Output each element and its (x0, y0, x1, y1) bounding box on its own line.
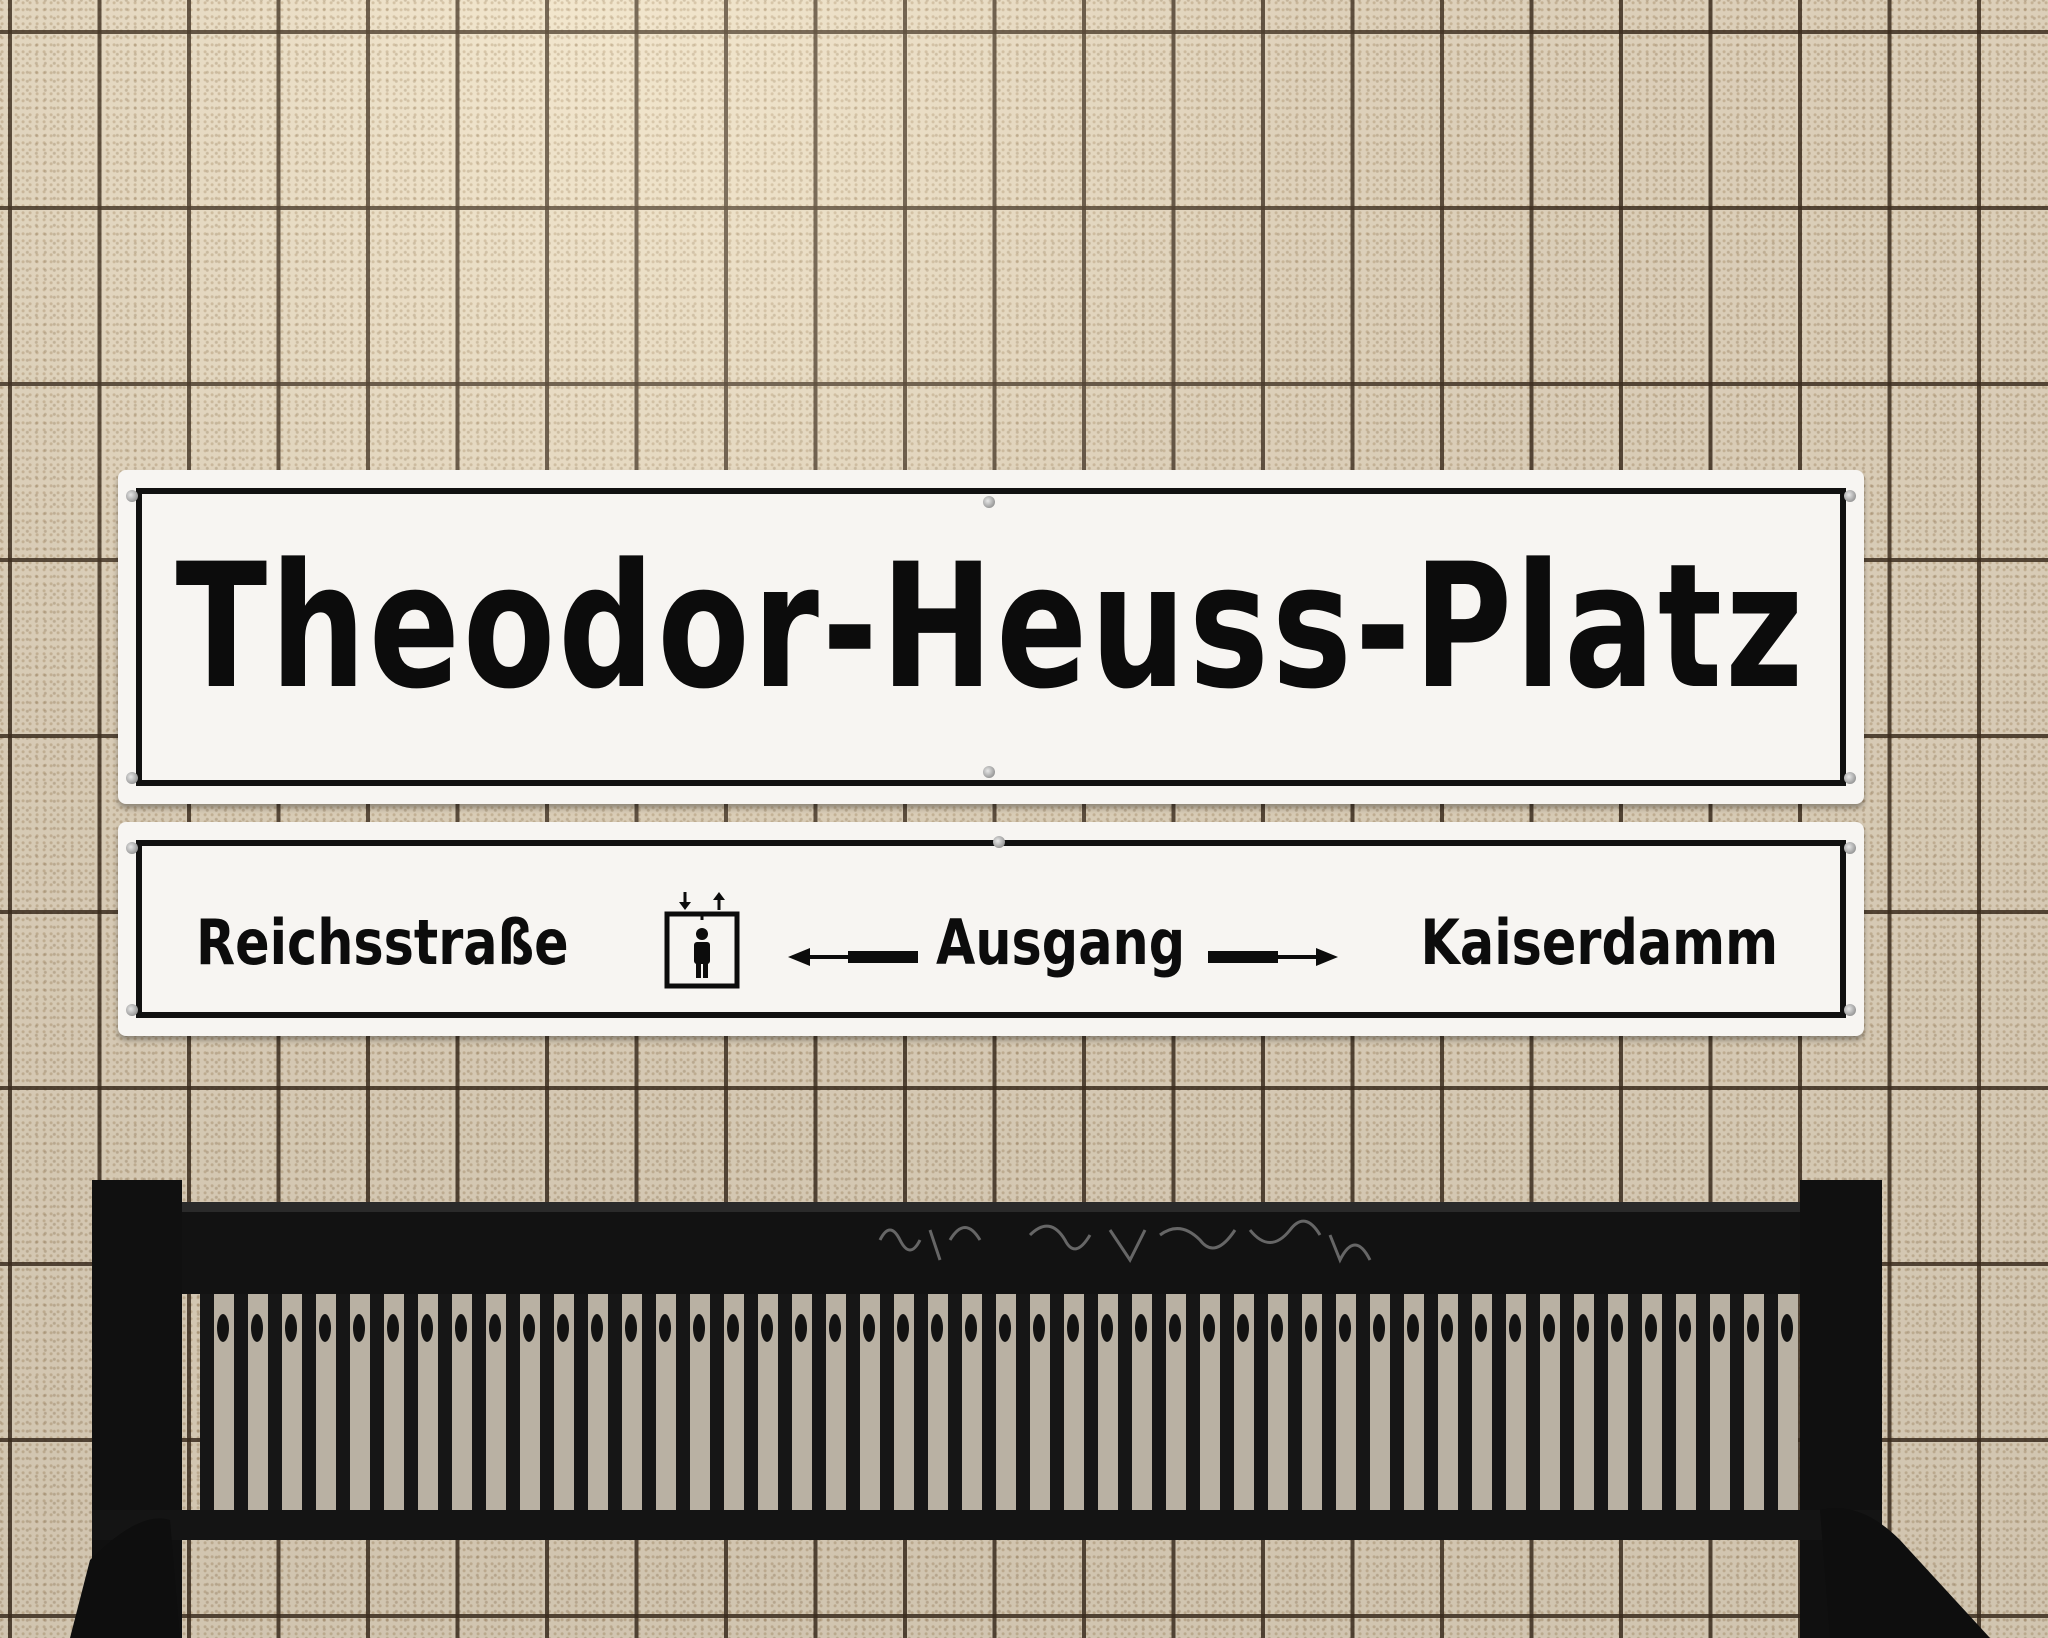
directions-row: Reichsstraße Ausgang Kaiserdamm (118, 862, 1864, 996)
screw (993, 836, 1005, 848)
station-name: Theodor-Heuss-Platz (175, 525, 1807, 727)
screw (126, 842, 138, 854)
direction-sign: Reichsstraße Ausgang Kaiserdamm (118, 822, 1864, 1036)
subway-platform-wall: Theodor-Heuss-Platz Reichsstraße Ausgang… (0, 0, 2048, 1638)
screw (983, 766, 995, 778)
station-name-sign: Theodor-Heuss-Platz (118, 470, 1864, 804)
screw (126, 1004, 138, 1016)
screw (126, 772, 138, 784)
left-destination: Reichsstraße (196, 906, 569, 979)
exit-label: Ausgang (936, 906, 1186, 979)
screw (1844, 842, 1856, 854)
arrow-left-icon (788, 948, 918, 966)
screw (1844, 772, 1856, 784)
bench (70, 1180, 1990, 1638)
screw (1844, 1004, 1856, 1016)
arrow-right-icon (1208, 948, 1338, 966)
screw (126, 490, 138, 502)
bench-slats (200, 1294, 1798, 1510)
screw (983, 496, 995, 508)
right-destination: Kaiserdamm (1420, 906, 1778, 979)
screw (1844, 490, 1856, 502)
elevator-icon (664, 892, 740, 989)
